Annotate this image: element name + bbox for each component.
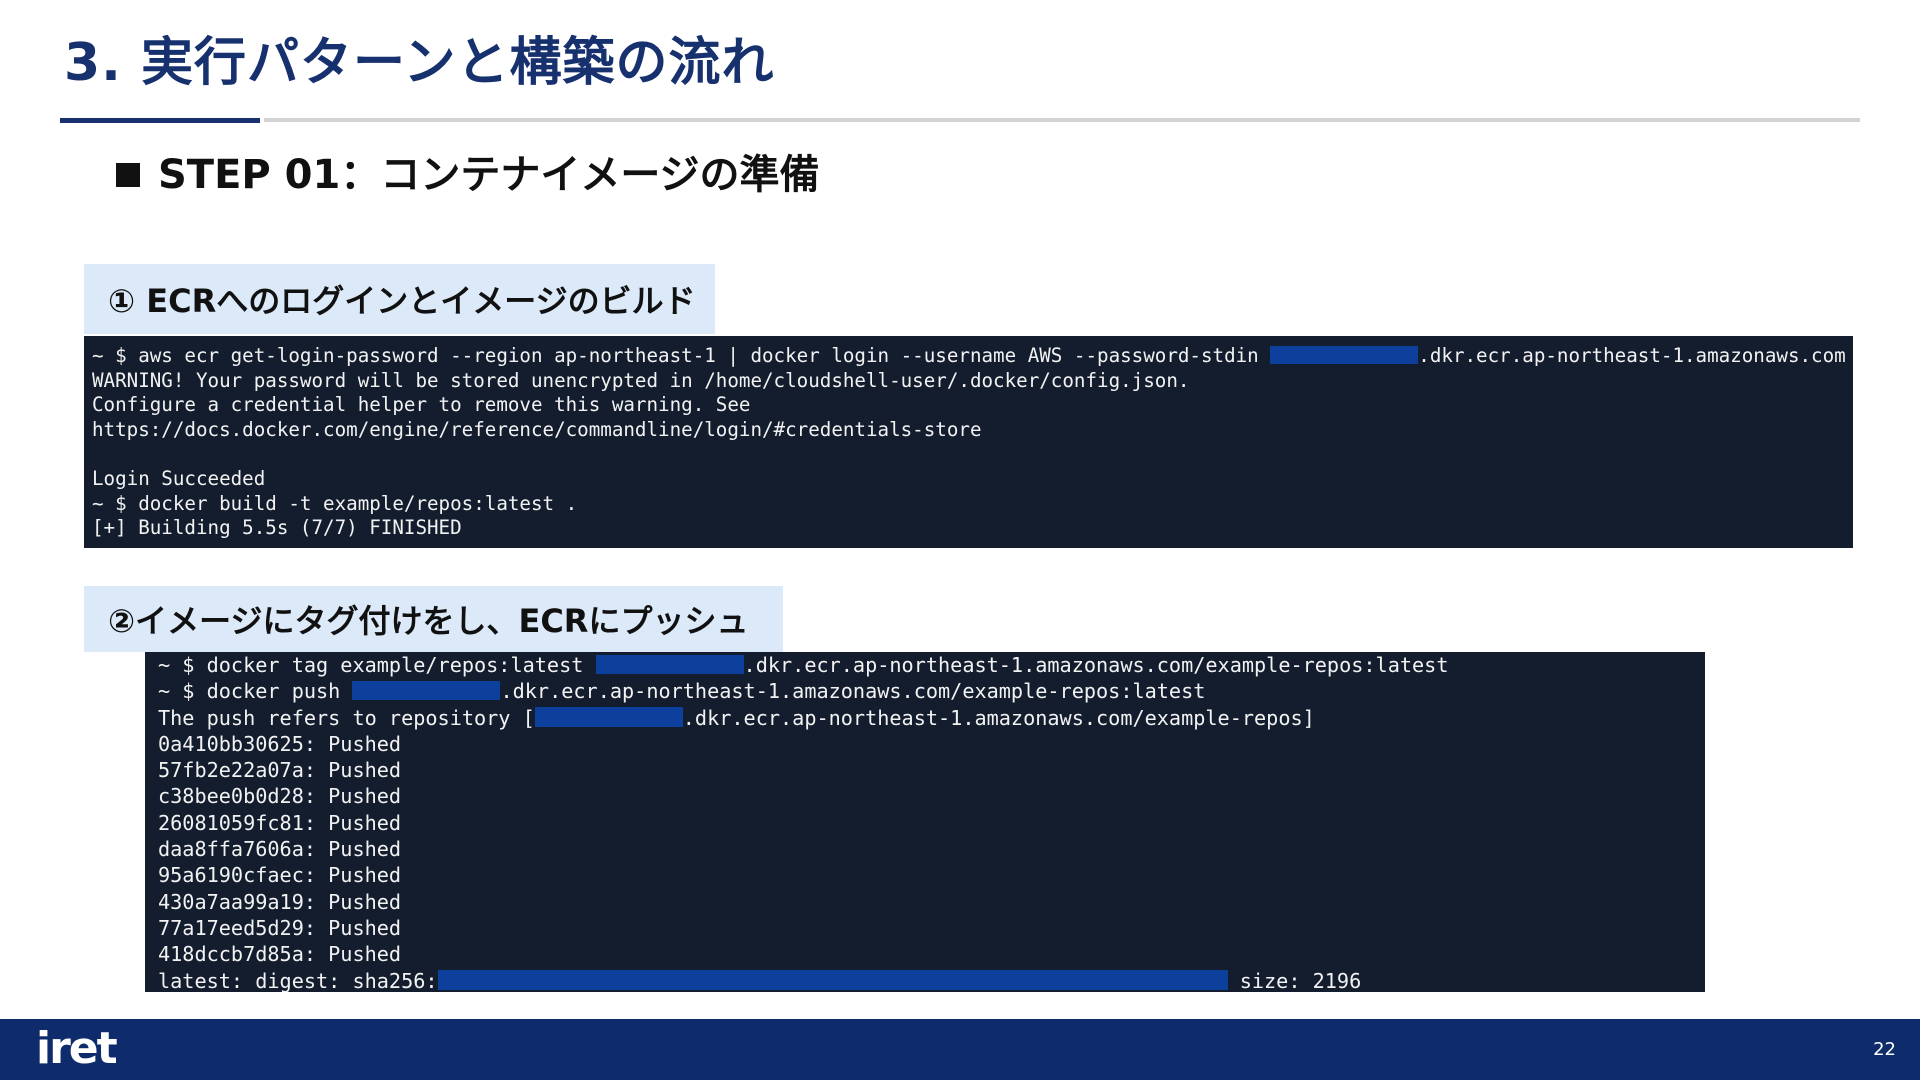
terminal-text: The push refers to repository [ xyxy=(158,705,535,730)
iret-logo: iret xyxy=(36,1023,118,1074)
section1-label: ① ECRへのログインとイメージのビルド xyxy=(84,264,715,334)
terminal-line: ~ $ docker push .dkr.ecr.ap-northeast-1.… xyxy=(158,678,1705,704)
terminal-text: ~ $ docker push xyxy=(158,679,353,704)
terminal-text: 418dccb7d85a: Pushed xyxy=(158,942,402,967)
terminal-text: ~ $ aws ecr get-login-password --region … xyxy=(92,344,1271,367)
terminal-text: 77a17eed5d29: Pushed xyxy=(158,915,402,940)
terminal-line: 95a6190cfaec: Pushed xyxy=(158,862,1705,888)
terminal-text: .dkr.ecr.ap-northeast-1.amazonaws.com xyxy=(1418,344,1846,367)
terminal-text: [+] Building 5.5s (7/7) FINISHED xyxy=(92,516,462,540)
title-accent-bar xyxy=(60,118,260,123)
terminal-line: latest: digest: sha256: size: 2196 xyxy=(158,968,1705,992)
terminal-text: ~ $ docker tag example/repos:latest xyxy=(158,653,596,677)
terminal-text: WARNING! Your password will be stored un… xyxy=(92,368,1190,392)
terminal-login-build: ~ $ aws ecr get-login-password --region … xyxy=(84,336,1853,548)
footer-bar: iret 22 xyxy=(0,1019,1920,1080)
title-divider xyxy=(264,118,1860,122)
terminal-text: Login Succeeded xyxy=(92,466,266,490)
terminal-line: c38bee0b0d28: Pushed xyxy=(158,783,1705,809)
terminal-text: 0a410bb30625: Pushed xyxy=(158,731,402,756)
terminal-text: 57fb2e22a07a: Pushed xyxy=(158,758,402,783)
redacted-block xyxy=(595,654,744,675)
square-bullet-icon xyxy=(116,163,140,187)
terminal-line: https://docs.docker.com/engine/reference… xyxy=(92,418,1853,443)
terminal-text: 26081059fc81: Pushed xyxy=(158,810,402,835)
terminal-text: .dkr.ecr.ap-northeast-1.amazonaws.com/ex… xyxy=(682,705,1315,730)
terminal-line: 0a410bb30625: Pushed xyxy=(158,731,1705,757)
redacted-block xyxy=(352,681,501,701)
redacted-block xyxy=(437,970,1228,990)
terminal-line: daa8ffa7606a: Pushed xyxy=(158,836,1705,862)
page-number: 22 xyxy=(1873,1039,1896,1060)
terminal-line: The push refers to repository [ .dkr.ecr.… xyxy=(158,705,1705,731)
section2-label: ②イメージにタグ付けをし、ECRにプッシュ xyxy=(84,586,783,652)
redacted-block xyxy=(1270,345,1419,364)
terminal-line: 77a17eed5d29: Pushed xyxy=(158,915,1705,941)
step-heading-text: STEP 01：コンテナイメージの準備 xyxy=(158,152,820,198)
terminal-line: 26081059fc81: Pushed xyxy=(158,810,1705,836)
terminal-line: WARNING! Your password will be stored un… xyxy=(92,369,1853,394)
terminal-text: .dkr.ecr.ap-northeast-1.amazonaws.com/ex… xyxy=(500,679,1206,704)
terminal-line: Login Succeeded xyxy=(92,467,1853,492)
terminal-text: c38bee0b0d28: Pushed xyxy=(158,784,402,809)
redacted-block xyxy=(534,707,683,727)
terminal-line: 57fb2e22a07a: Pushed xyxy=(158,757,1705,783)
terminal-text: 430a7aa99a19: Pushed xyxy=(158,889,402,914)
terminal-line: ~ $ docker build -t example/repos:latest… xyxy=(92,492,1853,517)
terminal-line: ~ $ aws ecr get-login-password --region … xyxy=(92,344,1853,369)
terminal-line: Configure a credential helper to remove … xyxy=(92,393,1853,418)
terminal-line: 418dccb7d85a: Pushed xyxy=(158,941,1705,967)
terminal-text: .dkr.ecr.ap-northeast-1.amazonaws.com/ex… xyxy=(743,653,1449,677)
terminal-text: https://docs.docker.com/engine/reference… xyxy=(92,417,982,441)
terminal-text: 95a6190cfaec: Pushed xyxy=(158,863,402,888)
slide-title: 3. 実行パターンと構築の流れ xyxy=(64,33,775,93)
terminal-line: ~ $ docker tag example/repos:latest .dkr… xyxy=(158,652,1705,678)
terminal-text: latest: digest: sha256: xyxy=(158,968,438,992)
terminal-line: 430a7aa99a19: Pushed xyxy=(158,889,1705,915)
terminal-text: Configure a credential helper to remove … xyxy=(92,393,751,417)
terminal-tag-push: ~ $ docker tag example/repos:latest .dkr… xyxy=(145,652,1705,992)
terminal-line: [+] Building 5.5s (7/7) FINISHED xyxy=(92,516,1853,541)
terminal-text: daa8ffa7606a: Pushed xyxy=(158,837,402,862)
terminal-text: ~ $ docker build -t example/repos:latest… xyxy=(92,491,578,515)
step-heading: STEP 01：コンテナイメージの準備 xyxy=(116,148,820,202)
terminal-text: size: 2196 xyxy=(1227,968,1362,992)
